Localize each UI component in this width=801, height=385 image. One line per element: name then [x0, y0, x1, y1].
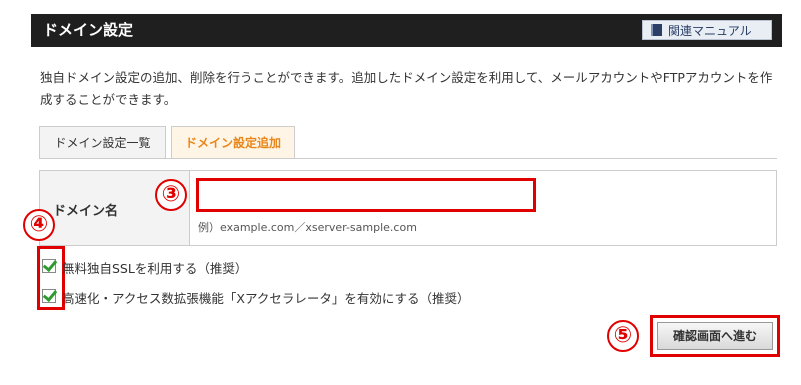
page-header: ドメイン設定 関連マニュアル [31, 14, 782, 47]
related-manual-button[interactable]: 関連マニュアル [642, 20, 772, 40]
annotation-number-4: ④ [23, 209, 55, 241]
checkmark-icon [42, 256, 58, 273]
domain-label: ドメイン名 [53, 204, 119, 219]
checkmark-icon [42, 286, 58, 303]
free-ssl-checkbox[interactable] [42, 256, 58, 273]
related-manual-label: 関連マニュアル [668, 23, 752, 38]
page-title: ドメイン設定 [43, 21, 134, 39]
annotation-number-5: ⑤ [607, 320, 639, 352]
x-accelerator-checkbox[interactable] [42, 286, 58, 303]
tab-divider [39, 158, 777, 159]
domain-hint: 例）example.com／xserver-sample.com [198, 221, 417, 234]
annotation-number-3: ③ [155, 179, 187, 211]
book-icon [651, 24, 662, 36]
domain-name-input[interactable] [196, 178, 536, 212]
page-description: 独自ドメイン設定の追加、削除を行うことができます。追加したドメイン設定を利用して… [40, 70, 773, 107]
free-ssl-label: 無料独自SSLを利用する（推奨） [62, 261, 248, 276]
proceed-to-confirm-button[interactable]: 確認画面へ進む [657, 322, 773, 350]
tab-domain-list[interactable]: ドメイン設定一覧 [39, 126, 166, 158]
x-accelerator-label: 高速化・アクセス数拡張機能「Xアクセラレータ」を有効にする（推奨） [62, 291, 470, 306]
tab-domain-add[interactable]: ドメイン設定追加 [171, 126, 295, 158]
